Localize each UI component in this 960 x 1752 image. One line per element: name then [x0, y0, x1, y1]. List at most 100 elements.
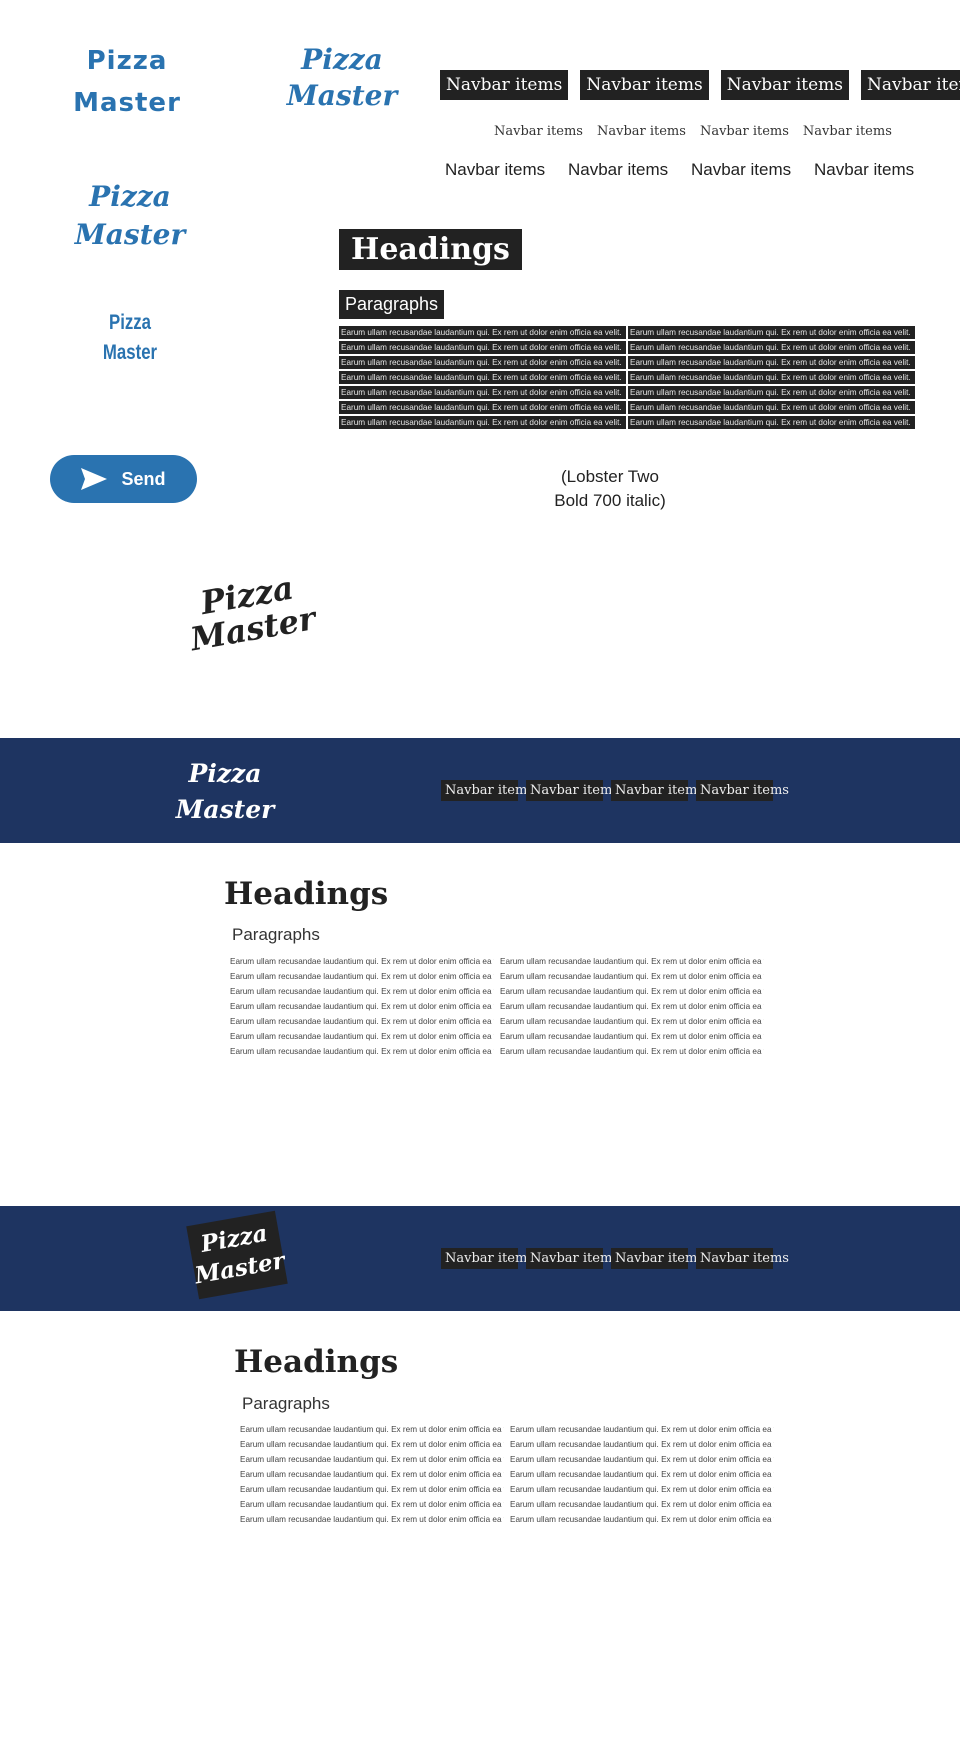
- text-segment: Earum ullam recusandae laudantium qui. E…: [240, 1515, 504, 1524]
- text-segment: Earum ullam recusandae laudantium qui. E…: [339, 401, 626, 414]
- text-segment: Earum ullam recusandae laudantium qui. E…: [510, 1470, 774, 1479]
- nav-item[interactable]: Navbar items: [720, 70, 850, 100]
- nav-item[interactable]: Navbar items: [691, 160, 791, 180]
- text-segment: Earum ullam recusandae laudantium qui. E…: [510, 1440, 774, 1449]
- text-segment: Earum ullam recusandae laudantium qui. E…: [230, 1002, 494, 1011]
- text-line: Earum ullam recusandae laudantium qui. E…: [240, 1452, 774, 1467]
- text-line: Earum ullam recusandae laudantium qui. E…: [230, 954, 764, 969]
- nav-item[interactable]: Navbar items: [861, 70, 960, 100]
- nav-item[interactable]: Navbar items: [445, 160, 545, 180]
- banner-logo[interactable]: Pizza Master: [160, 756, 290, 828]
- logo-line-1: Pizza: [89, 180, 171, 213]
- text-line: Earum ullam recusandae laudantium qui. E…: [339, 341, 915, 354]
- sample-paragraph: Earum ullam recusandae laudantium qui. E…: [230, 954, 764, 1059]
- logo-pizza-master-script: Pizza Master: [262, 42, 422, 114]
- text-line: Earum ullam recusandae laudantium qui. E…: [230, 999, 764, 1014]
- nav-item[interactable]: Navbar items: [526, 780, 619, 801]
- nav-item[interactable]: Navbar items: [814, 160, 914, 180]
- text-line: Earum ullam recusandae laudantium qui. E…: [240, 1437, 774, 1452]
- text-segment: Earum ullam recusandae laudantium qui. E…: [230, 957, 494, 966]
- text-line: Earum ullam recusandae laudantium qui. E…: [240, 1512, 774, 1527]
- text-segment: Earum ullam recusandae laudantium qui. E…: [510, 1485, 774, 1494]
- nav-item[interactable]: Navbar items: [611, 780, 704, 801]
- send-button[interactable]: Send: [50, 455, 197, 503]
- nav-item[interactable]: Navbar items: [696, 780, 789, 801]
- nav-item[interactable]: Navbar items: [440, 70, 569, 100]
- text-line: Earum ullam recusandae laudantium qui. E…: [230, 1044, 764, 1059]
- text-segment: Earum ullam recusandae laudantium qui. E…: [500, 1017, 764, 1026]
- sample-subheading: Paragraphs: [232, 925, 320, 944]
- text-segment: Earum ullam recusandae laudantium qui. E…: [628, 341, 915, 354]
- font-note-line-2: Bold 700 italic): [554, 491, 666, 510]
- text-segment: Earum ullam recusandae laudantium qui. E…: [628, 356, 915, 369]
- logo-line-2: Master: [286, 79, 398, 112]
- sample-heading-dark: Headings: [339, 229, 522, 270]
- banner-navbar: Navbar items Navbar items Navbar items N…: [441, 780, 789, 801]
- logo-line-2: Master: [102, 341, 158, 364]
- text-segment: Earum ullam recusandae laudantium qui. E…: [500, 1002, 764, 1011]
- text-line: Earum ullam recusandae laudantium qui. E…: [339, 416, 915, 429]
- text-segment: Earum ullam recusandae laudantium qui. E…: [230, 1032, 494, 1041]
- text-segment: Earum ullam recusandae laudantium qui. E…: [500, 972, 764, 981]
- text-segment: Earum ullam recusandae laudantium qui. E…: [240, 1470, 504, 1479]
- text-line: Earum ullam recusandae laudantium qui. E…: [230, 1014, 764, 1029]
- text-segment: Earum ullam recusandae laudantium qui. E…: [500, 1032, 764, 1041]
- navbar-dark-variant: Navbar items Navbar items Navbar items N…: [440, 70, 960, 100]
- text-segment: Earum ullam recusandae laudantium qui. E…: [240, 1500, 504, 1509]
- text-segment: Earum ullam recusandae laudantium qui. E…: [500, 1047, 764, 1056]
- text-segment: Earum ullam recusandae laudantium qui. E…: [628, 326, 915, 339]
- nav-item[interactable]: Navbar items: [611, 1248, 704, 1269]
- text-segment: Earum ullam recusandae laudantium qui. E…: [510, 1500, 774, 1509]
- nav-item[interactable]: Navbar items: [696, 1248, 789, 1269]
- logo-pizza-master-rotated: Pizza Master: [175, 566, 325, 658]
- logo-line-1: Pizza: [86, 46, 168, 76]
- nav-item[interactable]: Navbar items: [700, 124, 789, 139]
- send-icon: [81, 468, 108, 490]
- sample-paragraph-dark: Earum ullam recusandae laudantium qui. E…: [339, 326, 915, 431]
- navbar-small-variant: Navbar items Navbar items Navbar items N…: [494, 124, 892, 139]
- text-segment: Earum ullam recusandae laudantium qui. E…: [339, 326, 626, 339]
- text-segment: Earum ullam recusandae laudantium qui. E…: [240, 1455, 504, 1464]
- text-line: Earum ullam recusandae laudantium qui. E…: [230, 1029, 764, 1044]
- text-segment: Earum ullam recusandae laudantium qui. E…: [339, 416, 626, 429]
- text-segment: Earum ullam recusandae laudantium qui. E…: [500, 957, 764, 966]
- logo-line-2: Master: [74, 218, 186, 251]
- logo-line-1: Pizza: [108, 311, 152, 334]
- nav-item[interactable]: Navbar items: [597, 124, 686, 139]
- logo-pizza-master-bold-sans: Pizza Master: [52, 40, 202, 124]
- text-segment: Earum ullam recusandae laudantium qui. E…: [230, 1047, 494, 1056]
- text-segment: Earum ullam recusandae laudantium qui. E…: [230, 972, 494, 981]
- text-segment: Earum ullam recusandae laudantium qui. E…: [240, 1425, 504, 1434]
- text-line: Earum ullam recusandae laudantium qui. E…: [339, 371, 915, 384]
- text-segment: Earum ullam recusandae laudantium qui. E…: [628, 401, 915, 414]
- text-segment: Earum ullam recusandae laudantium qui. E…: [240, 1440, 504, 1449]
- nav-item[interactable]: Navbar items: [580, 70, 709, 100]
- text-line: Earum ullam recusandae laudantium qui. E…: [240, 1482, 774, 1497]
- send-button-label: Send: [121, 468, 166, 489]
- sample-subheading-dark: Paragraphs: [339, 290, 445, 319]
- font-note-line-1: (Lobster Two: [561, 467, 659, 486]
- banner-logo-badge[interactable]: Pizza Master: [186, 1210, 288, 1300]
- text-segment: Earum ullam recusandae laudantium qui. E…: [339, 341, 626, 354]
- nav-item[interactable]: Navbar items: [803, 124, 892, 139]
- sample-subheading: Paragraphs: [242, 1394, 330, 1413]
- text-segment: Earum ullam recusandae laudantium qui. E…: [628, 371, 915, 384]
- nav-item[interactable]: Navbar items: [441, 780, 534, 801]
- text-segment: Earum ullam recusandae laudantium qui. E…: [500, 987, 764, 996]
- text-line: Earum ullam recusandae laudantium qui. E…: [339, 326, 915, 339]
- text-segment: Earum ullam recusandae laudantium qui. E…: [510, 1515, 774, 1524]
- logo-pizza-master-condensed: Pizza Master: [90, 308, 170, 368]
- text-line: Earum ullam recusandae laudantium qui. E…: [240, 1467, 774, 1482]
- text-line: Earum ullam recusandae laudantium qui. E…: [230, 969, 764, 984]
- text-segment: Earum ullam recusandae laudantium qui. E…: [628, 386, 915, 399]
- text-segment: Earum ullam recusandae laudantium qui. E…: [339, 386, 626, 399]
- nav-item[interactable]: Navbar items: [494, 124, 583, 139]
- sample-heading: Headings: [224, 876, 389, 912]
- logo-line-1: Pizza: [188, 759, 262, 788]
- nav-item[interactable]: Navbar items: [568, 160, 668, 180]
- font-note: (Lobster Two Bold 700 italic): [530, 465, 690, 513]
- nav-item[interactable]: Navbar items: [526, 1248, 619, 1269]
- logo-pizza-master-script-alt: Pizza Master: [50, 178, 210, 254]
- text-segment: Earum ullam recusandae laudantium qui. E…: [339, 371, 626, 384]
- nav-item[interactable]: Navbar items: [441, 1248, 534, 1269]
